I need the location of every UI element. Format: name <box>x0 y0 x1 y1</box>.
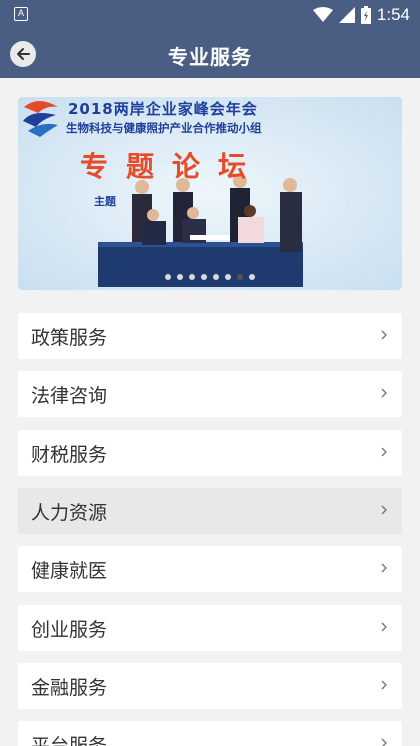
carousel-dot[interactable] <box>225 274 231 280</box>
wifi-icon <box>312 7 333 22</box>
menu-item[interactable]: 人力资源 <box>18 487 402 534</box>
menu-item-label: 健康就医 <box>31 560 108 583</box>
status-time: 1:54 <box>376 5 410 24</box>
signal-icon <box>338 7 355 23</box>
app-icon-letter: A <box>17 8 24 18</box>
menu-item-label: 法律咨询 <box>31 385 108 408</box>
menu-item[interactable]: 平台服务 <box>18 721 402 746</box>
banner-carousel[interactable]: 2018两岸企业家峰会年会 生物科技与健康照护产业合作推动小组 专题论坛 主题 <box>18 97 402 290</box>
carousel-dot[interactable] <box>189 274 195 280</box>
chevron-right-icon <box>381 738 387 746</box>
chevron-right-icon <box>381 563 387 573</box>
banner-title-line-1: 2018两岸企业家峰会年会 <box>68 100 258 118</box>
menu-item[interactable]: 健康就医 <box>18 546 402 593</box>
app-bar: 专业服务 <box>0 30 420 78</box>
menu-item-label: 政策服务 <box>31 327 108 349</box>
chevron-right-icon <box>381 447 387 457</box>
carousel-indicator <box>18 274 402 280</box>
chevron-right-icon <box>381 330 387 340</box>
banner-title-line-3: 专题论坛 <box>80 150 265 183</box>
menu-item[interactable]: 创业服务 <box>18 604 402 651</box>
menu-item-label: 创业服务 <box>31 618 108 641</box>
banner-title-line-2: 生物科技与健康照护产业合作推动小组 <box>66 121 262 135</box>
carousel-dot[interactable] <box>165 274 171 280</box>
battery-icon <box>360 6 371 24</box>
carousel-dot[interactable] <box>213 274 219 280</box>
menu-item-label: 财税服务 <box>31 443 108 466</box>
menu-item[interactable]: 财税服务 <box>18 429 402 476</box>
carousel-dot[interactable] <box>201 274 207 280</box>
chevron-right-icon <box>381 505 387 515</box>
chevron-right-icon <box>381 622 387 631</box>
carousel-dot[interactable] <box>177 274 183 280</box>
menu-item-label: 金融服务 <box>31 676 108 699</box>
menu-item[interactable]: 金融服务 <box>18 662 402 709</box>
menu-item[interactable]: 法律咨询 <box>18 371 402 418</box>
menu-item[interactable]: 政策服务 <box>18 313 402 359</box>
status-bar: A 1:54 <box>0 0 420 30</box>
carousel-dot[interactable] <box>237 274 243 280</box>
menu-item-label: 平台服务 <box>31 731 107 746</box>
page-title: 专业服务 <box>168 45 252 69</box>
chevron-right-icon <box>381 388 387 398</box>
chevron-right-icon <box>381 680 387 690</box>
carousel-dot[interactable] <box>249 274 255 280</box>
banner-subtitle: 主题 <box>94 195 116 208</box>
notification-app-icon: A <box>14 7 28 21</box>
menu-item-label: 人力资源 <box>31 501 108 524</box>
